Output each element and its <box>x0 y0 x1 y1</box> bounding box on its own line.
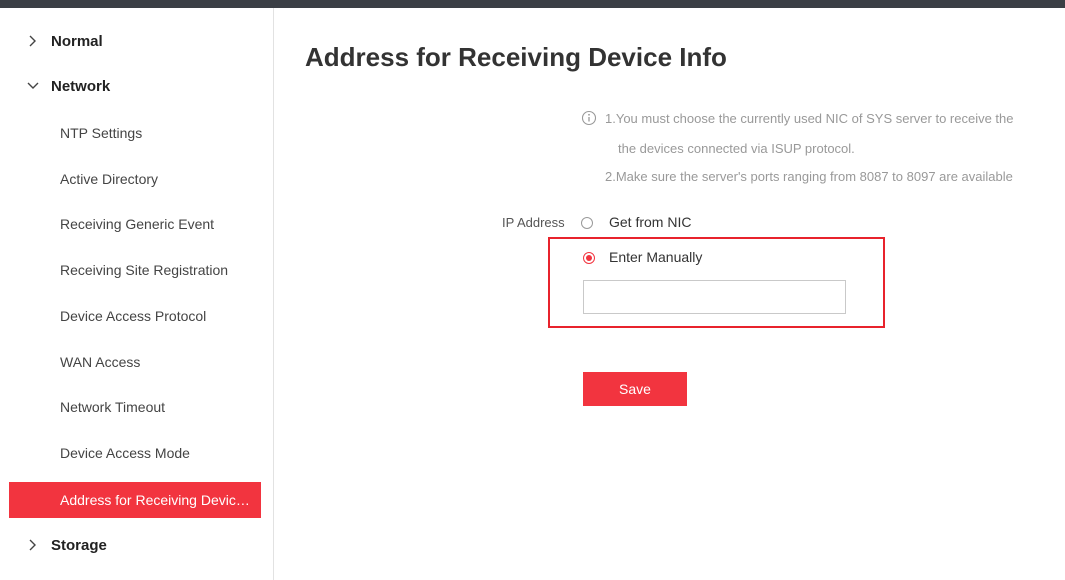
sidebar-item-label: Device Access Protocol <box>60 308 207 324</box>
info-note-line-3: 2.Make sure the server's ports ranging f… <box>605 169 1013 184</box>
sidebar-group-label: Network <box>51 77 111 95</box>
sidebar-item-label: WAN Access <box>60 354 141 370</box>
sidebar-item-device-access-protocol[interactable]: Device Access Protocol <box>9 298 261 334</box>
sidebar-item-label: Device Access Mode <box>60 445 190 461</box>
sidebar-group-network[interactable]: Network <box>0 71 273 101</box>
save-button[interactable]: Save <box>583 372 687 406</box>
sidebar-item-label: Network Timeout <box>60 399 166 415</box>
chevron-right-icon <box>26 530 40 560</box>
top-bar <box>0 0 1065 8</box>
info-note-line-1: 1.You must choose the currently used NIC… <box>605 111 1014 126</box>
page-title: Address for Receiving Device Info <box>305 42 727 72</box>
info-icon <box>581 110 597 126</box>
sidebar-item-wan-access[interactable]: WAN Access <box>9 344 261 380</box>
sidebar-item-ntp-settings[interactable]: NTP Settings <box>9 115 261 151</box>
radio-enter-manually[interactable] <box>583 252 595 264</box>
sidebar-item-label: Receiving Generic Event <box>60 216 215 232</box>
sidebar-item-label: Address for Receiving Device... <box>60 492 255 508</box>
ip-address-label: IP Address <box>502 215 565 230</box>
chevron-right-icon <box>26 26 40 56</box>
radio-get-from-nic[interactable] <box>581 217 593 229</box>
sidebar-item-active-directory[interactable]: Active Directory <box>9 161 261 197</box>
info-note-line-2: the devices connected via ISUP protocol. <box>618 141 855 156</box>
sidebar-group-normal[interactable]: Normal <box>0 26 273 56</box>
sidebar-item-address-for-receiving-device[interactable]: Address for Receiving Device... <box>9 482 261 518</box>
sidebar-item-receiving-generic-event[interactable]: Receiving Generic Event <box>9 206 261 242</box>
radio-label-get-from-nic[interactable]: Get from NIC <box>609 214 691 230</box>
radio-label-enter-manually[interactable]: Enter Manually <box>609 249 702 265</box>
sidebar-item-label: Receiving Site Registration <box>60 262 229 278</box>
sidebar: Normal Network NTP Settings Active Direc… <box>0 8 274 580</box>
sidebar-item-receiving-site-registration[interactable]: Receiving Site Registration <box>9 252 261 288</box>
sidebar-item-label: NTP Settings <box>60 125 143 141</box>
sidebar-item-label: Active Directory <box>60 171 159 187</box>
ip-address-input[interactable] <box>583 280 846 314</box>
sidebar-group-storage[interactable]: Storage <box>0 530 273 560</box>
sidebar-item-device-access-mode[interactable]: Device Access Mode <box>9 435 261 471</box>
sidebar-item-network-timeout[interactable]: Network Timeout <box>9 389 261 425</box>
chevron-down-icon <box>26 71 40 101</box>
main-content: Address for Receiving Device Info 1.You … <box>274 8 1065 580</box>
sidebar-group-label: Storage <box>51 536 107 554</box>
sidebar-group-label: Normal <box>51 32 103 50</box>
